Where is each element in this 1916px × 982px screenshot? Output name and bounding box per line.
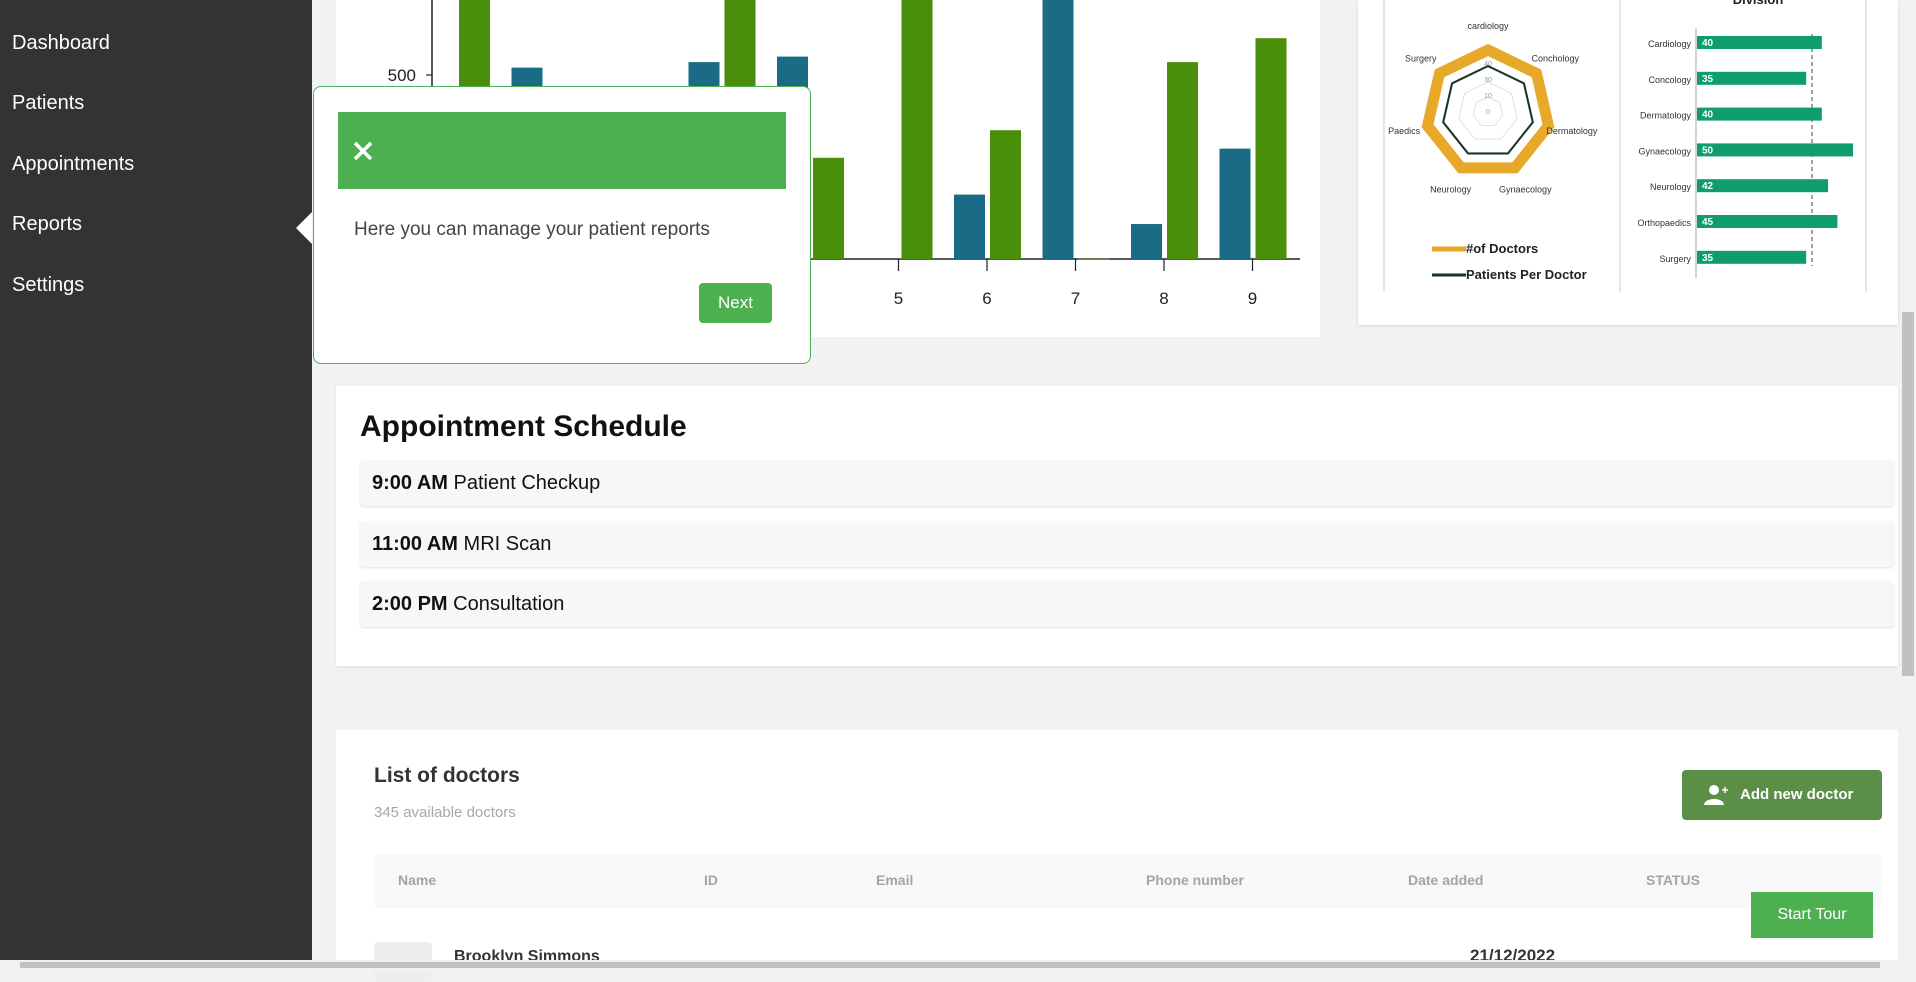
legend-label: Patients Per Doctor — [1466, 267, 1587, 282]
tour-popup: Here you can manage your patient reports… — [313, 86, 811, 364]
radar-axis-label: cardiology — [1467, 21, 1509, 31]
add-user-icon — [1704, 785, 1728, 805]
bar — [865, 259, 897, 260]
column-header-name: Name — [398, 872, 437, 888]
bar — [954, 194, 985, 259]
appointment-schedule: Appointment Schedule 9:00 AM Patient Che… — [336, 386, 1898, 666]
sidebar-item-patients[interactable]: Patients — [12, 92, 84, 115]
vertical-scrollbar[interactable] — [1900, 0, 1916, 960]
bar — [1255, 38, 1287, 260]
sidebar: Dashboard Patients Appointments Reports … — [0, 0, 312, 970]
appointment-item[interactable]: 11:00 AM MRI Scan — [360, 521, 1894, 567]
radar-axis-label: Surgery — [1405, 53, 1437, 63]
division-bar — [1697, 36, 1822, 49]
tour-popup-text: Here you can manage your patient reports — [354, 219, 710, 240]
active-item-pointer — [296, 212, 312, 244]
radar-axis-label: Neurology — [1430, 184, 1472, 194]
appointment-text: Consultation — [453, 593, 565, 615]
bar — [1131, 224, 1162, 259]
division-chart-title: Division — [1733, 0, 1784, 7]
column-header-email: Email — [876, 872, 914, 888]
bar — [1167, 62, 1198, 260]
column-header-phone: Phone number — [1146, 872, 1245, 888]
division-value-label: 35 — [1702, 253, 1714, 264]
scrollbar-thumb[interactable] — [1902, 312, 1914, 676]
scrollbar-thumb[interactable] — [20, 962, 1880, 968]
department-charts: 0 10 30 40 cardiology Conchology Dermatology Gy… — [1383, 0, 1867, 292]
division-bar — [1697, 179, 1829, 193]
legend-label: #of Doctors — [1466, 241, 1538, 256]
x-tick-label: 8 — [1159, 289, 1168, 308]
x-tick-label: 6 — [982, 289, 991, 308]
appointment-text: MRI Scan — [463, 533, 552, 555]
horizontal-scrollbar[interactable] — [0, 960, 1900, 970]
y-tick-label: 500 — [388, 66, 416, 85]
column-header-status: STATUS — [1646, 872, 1700, 888]
radar-axis-label: Paedics — [1388, 126, 1421, 136]
tour-popup-header — [338, 112, 786, 189]
division-bar — [1697, 215, 1838, 228]
doctors-list-title: List of doctors — [374, 764, 520, 787]
appointment-time: 11:00 AM — [372, 533, 458, 555]
doctors-table-header: Name ID Email Phone number Date added ST… — [374, 854, 1882, 908]
division-value-label: 35 — [1702, 74, 1714, 85]
division-value-label: 42 — [1702, 181, 1714, 192]
appointment-item[interactable]: 2:00 PM Consultation — [360, 581, 1894, 627]
bar — [1042, 0, 1074, 260]
appointment-item[interactable]: 9:00 AM Patient Checkup — [360, 460, 1894, 506]
add-new-doctor-label: Add new doctor — [1740, 786, 1854, 803]
bar — [901, 0, 933, 260]
x-tick-label: 5 — [894, 289, 903, 308]
next-button[interactable]: Next — [699, 283, 772, 323]
radar-tick-label: 40 — [1484, 61, 1492, 68]
bar — [1078, 258, 1110, 260]
division-value-label: 40 — [1702, 38, 1714, 49]
department-info-card: 0 10 30 40 cardiology Conchology Dermatology Gy… — [1358, 0, 1898, 325]
x-tick-label: 9 — [1248, 289, 1257, 308]
radar-tick-label: 0 — [1486, 109, 1490, 116]
division-category-label: Dermatology — [1640, 111, 1692, 121]
division-bar — [1697, 71, 1807, 85]
division-category-label: Orthopaedics — [1637, 218, 1691, 228]
appointment-time: 9:00 AM — [372, 472, 448, 494]
division-value-label: 40 — [1702, 110, 1714, 121]
division-value-label: 50 — [1702, 145, 1714, 156]
radar-axis-label: Gynaecology — [1499, 184, 1552, 194]
bar — [1219, 148, 1251, 259]
radar-axis-label: Conchology — [1531, 53, 1579, 63]
appointment-time: 2:00 PM — [372, 593, 448, 615]
division-category-label: Neurology — [1650, 182, 1692, 192]
bar — [813, 157, 844, 259]
x-tick-label: 7 — [1071, 289, 1080, 308]
division-bar — [1697, 107, 1822, 121]
doctors-count: 345 available doctors — [374, 804, 516, 821]
division-value-label: 45 — [1702, 217, 1714, 228]
sidebar-item-appointments[interactable]: Appointments — [12, 153, 134, 176]
doctors-list: List of doctors 345 available doctors Ad… — [336, 730, 1898, 982]
division-bar — [1697, 143, 1853, 157]
column-header-id: ID — [704, 872, 718, 888]
bar — [990, 130, 1021, 259]
column-header-date: Date added — [1408, 872, 1484, 888]
division-bar — [1697, 250, 1807, 264]
sidebar-item-dashboard[interactable]: Dashboard — [12, 32, 110, 55]
appointment-schedule-title: Appointment Schedule — [360, 410, 687, 443]
division-category-label: Surgery — [1659, 254, 1691, 264]
radar-axis-label: Dermatology — [1546, 126, 1598, 136]
radar-tick-label: 10 — [1484, 93, 1492, 100]
division-category-label: Cardiology — [1648, 39, 1692, 49]
appointment-text: Patient Checkup — [453, 472, 601, 494]
sidebar-item-reports[interactable]: Reports — [12, 213, 82, 236]
division-category-label: Gynaecology — [1638, 146, 1691, 156]
start-tour-button[interactable]: Start Tour — [1751, 892, 1873, 938]
sidebar-item-settings[interactable]: Settings — [12, 274, 84, 297]
radar-tick-label: 30 — [1484, 77, 1492, 84]
add-new-doctor-button[interactable]: Add new doctor — [1682, 770, 1882, 820]
division-category-label: Concology — [1648, 75, 1691, 85]
close-icon[interactable] — [352, 140, 374, 162]
